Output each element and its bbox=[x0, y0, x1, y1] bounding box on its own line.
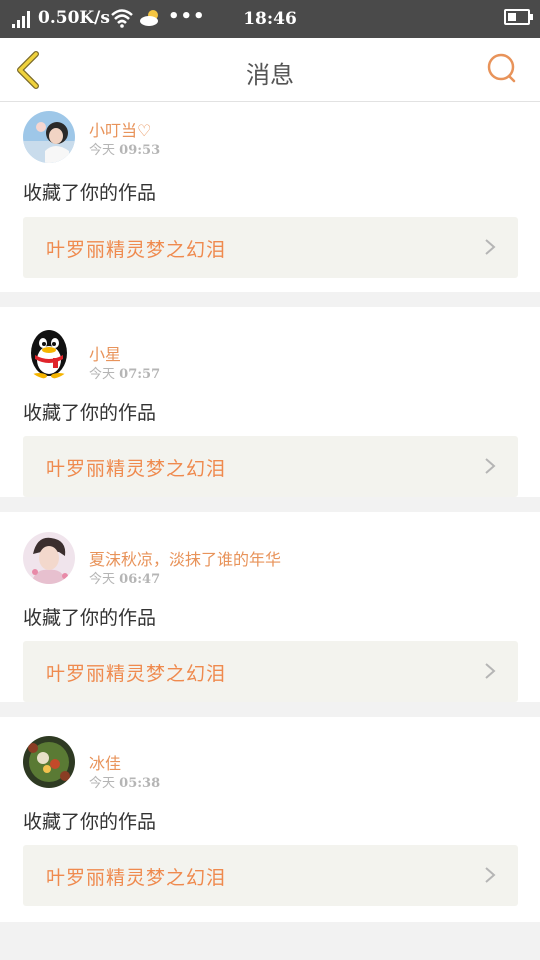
message-time: 今天 05:38 bbox=[89, 772, 160, 791]
message-action: 收藏了你的作品 bbox=[23, 182, 157, 204]
message-action: 收藏了你的作品 bbox=[23, 402, 157, 424]
nav-bar: 消息 bbox=[0, 38, 540, 102]
page-title: 消息 bbox=[246, 61, 294, 89]
time-day: 今天 bbox=[89, 143, 116, 158]
search-icon[interactable] bbox=[486, 52, 518, 84]
clock: 18:46 bbox=[243, 9, 297, 29]
time-day: 今天 bbox=[89, 776, 116, 791]
avatar[interactable] bbox=[23, 532, 75, 584]
message-time: 今天 07:57 bbox=[89, 363, 160, 382]
sender-name[interactable]: 夏沫秋凉，淡抹了谁的年华 bbox=[89, 546, 281, 570]
list-item: 小叮当♡ 今天 09:53 收藏了你的作品 叶罗丽精灵梦之幻泪 bbox=[0, 102, 540, 292]
work-title: 叶罗丽精灵梦之幻泪 bbox=[46, 663, 227, 685]
chevron-right-icon bbox=[485, 458, 496, 474]
message-action: 收藏了你的作品 bbox=[23, 811, 157, 833]
avatar[interactable] bbox=[23, 736, 75, 788]
work-title: 叶罗丽精灵梦之幻泪 bbox=[46, 458, 227, 480]
status-bar: 0.50K/s ••• 18:46 bbox=[0, 0, 540, 38]
work-link[interactable]: 叶罗丽精灵梦之幻泪 bbox=[23, 641, 518, 702]
work-title: 叶罗丽精灵梦之幻泪 bbox=[46, 867, 227, 889]
message-time: 今天 09:53 bbox=[89, 139, 160, 158]
work-link[interactable]: 叶罗丽精灵梦之幻泪 bbox=[23, 217, 518, 278]
sender-name[interactable]: 小叮当♡ bbox=[89, 117, 151, 141]
avatar[interactable] bbox=[23, 327, 75, 379]
work-link[interactable]: 叶罗丽精灵梦之幻泪 bbox=[23, 436, 518, 497]
time-day: 今天 bbox=[89, 572, 116, 587]
battery-icon bbox=[504, 9, 533, 25]
list-item: 夏沫秋凉，淡抹了谁的年华 今天 06:47 收藏了你的作品 叶罗丽精灵梦之幻泪 bbox=[0, 512, 540, 702]
sender-name[interactable]: 小星 bbox=[89, 341, 121, 365]
chevron-right-icon bbox=[485, 867, 496, 883]
chevron-right-icon bbox=[485, 663, 496, 679]
avatar[interactable] bbox=[23, 111, 75, 163]
work-link[interactable]: 叶罗丽精灵梦之幻泪 bbox=[23, 845, 518, 906]
time-clock: 09:53 bbox=[119, 143, 161, 158]
message-list: 小叮当♡ 今天 09:53 收藏了你的作品 叶罗丽精灵梦之幻泪 小星 今天 07… bbox=[0, 102, 540, 922]
time-clock: 06:47 bbox=[119, 572, 161, 587]
list-item: 冰佳 今天 05:38 收藏了你的作品 叶罗丽精灵梦之幻泪 bbox=[0, 717, 540, 922]
message-action: 收藏了你的作品 bbox=[23, 607, 157, 629]
time-day: 今天 bbox=[89, 367, 116, 382]
time-clock: 07:57 bbox=[119, 367, 161, 382]
message-time: 今天 06:47 bbox=[89, 568, 160, 587]
list-item: 小星 今天 07:57 收藏了你的作品 叶罗丽精灵梦之幻泪 bbox=[0, 307, 540, 497]
time-clock: 05:38 bbox=[119, 776, 161, 791]
sender-name[interactable]: 冰佳 bbox=[89, 750, 121, 774]
chevron-right-icon bbox=[485, 239, 496, 255]
work-title: 叶罗丽精灵梦之幻泪 bbox=[46, 239, 227, 261]
